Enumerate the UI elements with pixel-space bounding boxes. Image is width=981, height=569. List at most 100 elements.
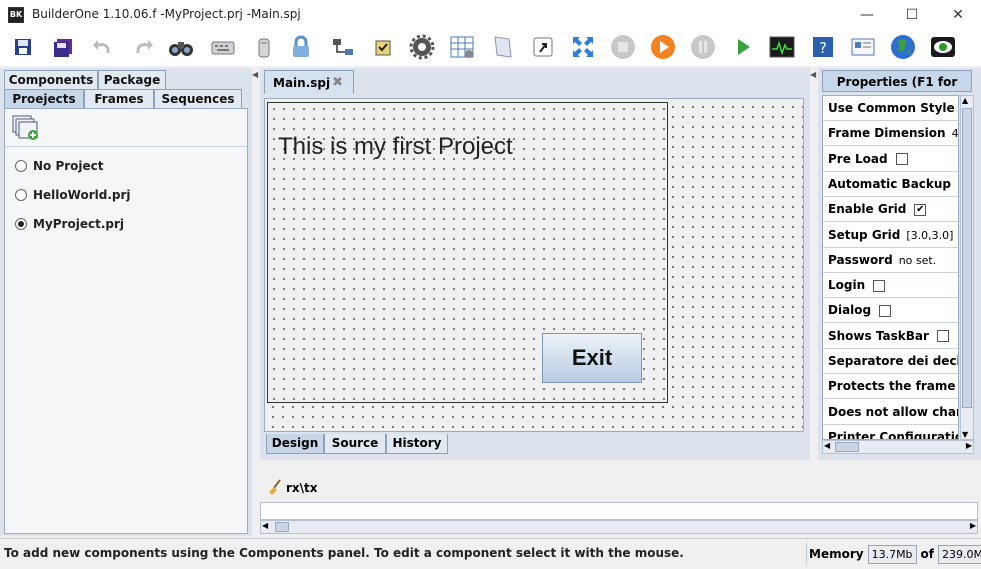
property-name: Dialog bbox=[828, 303, 872, 318]
undo-icon[interactable] bbox=[88, 32, 118, 62]
radio-button[interactable] bbox=[15, 160, 27, 172]
lock-icon[interactable] bbox=[286, 32, 316, 62]
new-project-icon[interactable] bbox=[11, 114, 41, 142]
collapse-right-arrow-icon[interactable]: ◀ bbox=[810, 70, 816, 79]
property-name: Printer Configuration bbox=[828, 429, 959, 440]
property-checkbox[interactable] bbox=[873, 279, 886, 292]
document-icon[interactable] bbox=[488, 32, 518, 62]
tab-frames[interactable]: Frames bbox=[84, 89, 154, 108]
pause-icon[interactable] bbox=[688, 32, 718, 62]
fullscreen-icon[interactable] bbox=[568, 32, 598, 62]
property-row[interactable]: Use Common Style✔ bbox=[823, 96, 958, 121]
property-value[interactable]: 400 x bbox=[952, 127, 958, 140]
close-button[interactable]: ✕ bbox=[943, 4, 973, 26]
play-icon[interactable] bbox=[728, 32, 758, 62]
frame-label[interactable]: This is my first Project bbox=[278, 133, 513, 161]
property-row[interactable]: Printer Configuration bbox=[823, 425, 959, 440]
scroll-down-icon[interactable]: ▼ bbox=[962, 430, 968, 439]
memory-of-label: of bbox=[920, 547, 935, 561]
properties-horizontal-scrollbar[interactable]: ◀ ▶ bbox=[822, 440, 974, 454]
project-radio-helloworld[interactable]: HelloWorld.prj bbox=[15, 186, 131, 204]
memory-label: Memory bbox=[809, 547, 864, 561]
binoculars-icon[interactable] bbox=[166, 32, 196, 62]
cursor-icon[interactable] bbox=[528, 32, 558, 62]
radio-button[interactable] bbox=[15, 189, 27, 201]
property-row[interactable]: Password no set. bbox=[823, 248, 958, 273]
property-name: Shows TaskBar bbox=[828, 328, 929, 343]
project-radio-myproject[interactable]: MyProject.prj bbox=[15, 215, 124, 233]
scroll-right-icon[interactable]: ▶ bbox=[966, 441, 972, 450]
table-icon[interactable] bbox=[447, 32, 477, 62]
design-canvas[interactable]: This is my first Project Exit bbox=[264, 98, 804, 432]
network-icon[interactable] bbox=[328, 32, 358, 62]
property-row[interactable]: Login bbox=[823, 273, 958, 299]
close-tab-icon[interactable]: ✖ bbox=[332, 71, 343, 95]
scroll-left-icon[interactable]: ◀ bbox=[824, 441, 830, 450]
scroll-left-icon[interactable]: ◀ bbox=[262, 521, 268, 530]
console-input[interactable] bbox=[260, 502, 978, 520]
scroll-thumb[interactable] bbox=[275, 522, 289, 532]
window-title: BuilderOne 1.10.06.f -MyProject.prj -Mai… bbox=[32, 7, 301, 21]
property-checkbox[interactable] bbox=[879, 304, 892, 317]
property-row[interactable]: Automatic Backup bbox=[823, 172, 958, 197]
property-row[interactable]: Frame Dimension 400 x bbox=[823, 121, 958, 147]
property-value[interactable]: [3.0,3.0] bbox=[906, 229, 953, 242]
property-row[interactable]: Protects the frame from bbox=[823, 374, 958, 400]
property-name: Pre Load bbox=[828, 151, 888, 166]
scroll-thumb[interactable] bbox=[835, 442, 859, 452]
scroll-right-icon[interactable]: ▶ bbox=[970, 521, 976, 530]
property-row[interactable]: Setup Grid [3.0,3.0] bbox=[823, 223, 958, 248]
property-row[interactable]: Enable Grid ✔ bbox=[823, 197, 958, 223]
tab-components[interactable]: Components bbox=[4, 70, 98, 89]
projects-toolbar bbox=[5, 109, 247, 147]
memory-used: 13.7Mb bbox=[867, 544, 917, 564]
redo-icon[interactable] bbox=[128, 32, 158, 62]
monitor-icon[interactable] bbox=[767, 32, 797, 62]
properties-header[interactable]: Properties (F1 for Help) bbox=[822, 70, 972, 111]
maximize-button[interactable]: ☐ bbox=[897, 4, 927, 26]
keyboard-icon[interactable] bbox=[208, 32, 238, 62]
minimize-button[interactable]: — bbox=[852, 4, 882, 26]
property-name: Login bbox=[828, 278, 866, 293]
file-tab-main[interactable]: Main.spj ✖ bbox=[264, 70, 354, 94]
save-all-icon[interactable] bbox=[48, 32, 78, 62]
radio-button-selected[interactable] bbox=[15, 218, 27, 230]
project-radio-no-project[interactable]: No Project bbox=[15, 157, 104, 175]
tab-source[interactable]: Source bbox=[324, 434, 386, 454]
tab-history[interactable]: History bbox=[386, 434, 448, 454]
hand-icon[interactable] bbox=[249, 32, 279, 62]
editor-panel: Main.spj ✖ This is my first Project Exit… bbox=[260, 68, 810, 460]
save-icon[interactable] bbox=[8, 32, 38, 62]
gear-icon[interactable] bbox=[407, 32, 437, 62]
console-horizontal-scrollbar[interactable]: ◀ ▶ bbox=[260, 520, 978, 534]
help-icon[interactable]: ? bbox=[808, 32, 838, 62]
tab-design[interactable]: Design bbox=[266, 434, 324, 454]
wizard-icon[interactable] bbox=[368, 32, 398, 62]
properties-vertical-scrollbar[interactable]: ▲ ▼ bbox=[960, 95, 974, 440]
scroll-up-icon[interactable]: ▲ bbox=[962, 96, 968, 105]
property-checkbox[interactable] bbox=[895, 153, 908, 166]
stop-icon[interactable] bbox=[608, 32, 638, 62]
tab-sequences[interactable]: Sequences bbox=[154, 89, 242, 108]
run-icon[interactable] bbox=[648, 32, 678, 62]
eye-icon[interactable] bbox=[928, 32, 958, 62]
exit-button[interactable]: Exit bbox=[542, 333, 642, 383]
property-name: Does not allow changes bbox=[828, 404, 958, 419]
tab-projects[interactable]: Proejects bbox=[4, 89, 84, 108]
property-name: Setup Grid bbox=[828, 227, 901, 242]
property-row[interactable]: Dialog bbox=[823, 298, 958, 324]
info-card-icon[interactable] bbox=[848, 32, 878, 62]
property-row[interactable]: Shows TaskBar bbox=[823, 324, 958, 349]
property-value[interactable]: no set. bbox=[899, 254, 937, 267]
tab-package[interactable]: Package bbox=[98, 70, 166, 89]
property-row[interactable]: Separatore dei decimal bbox=[823, 349, 958, 374]
property-checkbox[interactable] bbox=[936, 330, 949, 343]
property-row[interactable]: Pre Load bbox=[823, 147, 958, 172]
globe-icon[interactable] bbox=[888, 32, 918, 62]
properties-panel: Properties (F1 for Help) Use Common Styl… bbox=[818, 68, 981, 460]
form-frame[interactable]: This is my first Project Exit bbox=[267, 102, 668, 403]
property-row[interactable]: Does not allow changes bbox=[823, 400, 958, 425]
collapse-left-arrow-icon[interactable]: ◀ bbox=[252, 70, 258, 79]
scroll-thumb[interactable] bbox=[962, 108, 972, 408]
property-checkbox-checked[interactable]: ✔ bbox=[914, 203, 927, 216]
